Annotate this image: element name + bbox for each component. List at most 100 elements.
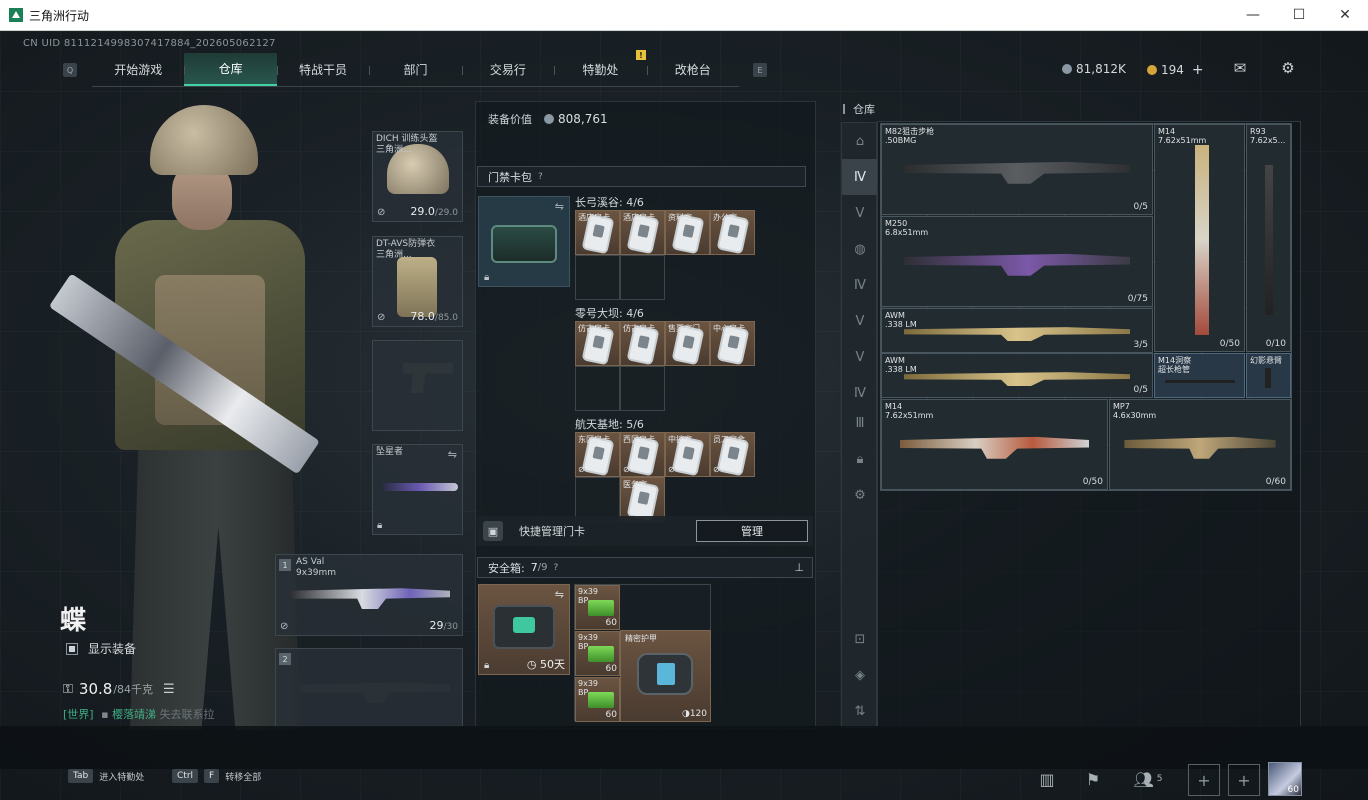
armor-plate-item[interactable]: 精密护甲 ◑120: [620, 630, 711, 722]
keycard[interactable]: 员工宿舍 ⊘: [710, 432, 755, 477]
category-backpack-icon[interactable]: Ⅳ: [842, 267, 878, 303]
sort-icon[interactable]: ⇅: [842, 693, 878, 729]
ammo-item[interactable]: 9x39 BP 60: [575, 585, 620, 630]
empty-card-slot[interactable]: [575, 366, 620, 411]
ammo-item[interactable]: 9x39 BP 60: [575, 677, 620, 722]
chat-text: 失去联系拉: [159, 708, 215, 721]
show-gear-checkbox[interactable]: [66, 642, 78, 655]
armor-slot[interactable]: DT-AVS防弹衣 三角洲... ⊘ 78.0/85.0: [372, 236, 463, 327]
armor-plate-count: ◑120: [681, 709, 707, 719]
layers-icon[interactable]: ◈: [842, 657, 878, 693]
swap-icon[interactable]: ⇋: [448, 448, 457, 461]
show-gear-toggle[interactable]: 显示装备: [66, 640, 136, 657]
tab-special-service[interactable]: 特勤处: [554, 53, 646, 86]
keycard[interactable]: 仿古房卡: [575, 321, 620, 366]
keycard[interactable]: 售票室门: [665, 321, 710, 366]
nav-prev-key[interactable]: Q: [63, 63, 77, 77]
empty-card-slot[interactable]: [620, 366, 665, 411]
warehouse-weapon[interactable]: R93 7.62x5... 0/10: [1246, 124, 1291, 352]
equipment-value: 装备价值 808,761: [488, 111, 608, 127]
empty-card-slot[interactable]: [575, 255, 620, 300]
category-settings-icon[interactable]: ⚙: [842, 477, 878, 513]
warehouse-weapon[interactable]: AWM .338 LM 3/5: [881, 308, 1153, 353]
empty-card-slot[interactable]: [620, 255, 665, 300]
chat-line[interactable]: [世界] ▪ 樱落靖涕 失去联系拉: [63, 706, 215, 722]
invite-slot-2[interactable]: +: [1228, 764, 1260, 796]
category-all-icon[interactable]: ⌂: [842, 123, 878, 159]
tab-gunsmith[interactable]: 改枪台: [646, 53, 739, 86]
hint-enter-special-service[interactable]: Tab 进入特勤处: [68, 769, 144, 783]
currency-premium[interactable]: 194 +: [1147, 62, 1204, 78]
keycard[interactable]: 资料室: [665, 210, 710, 255]
category-gear-icon[interactable]: Ⅴ: [842, 195, 878, 231]
keycard[interactable]: 东区房卡 ⊘: [575, 432, 620, 477]
helmet-slot[interactable]: DICH 训练头盔 三角洲... ⊘ 29.0/29.0: [372, 131, 463, 222]
flag-icon[interactable]: ⚑: [1077, 764, 1109, 794]
ammo-item[interactable]: 9x39 BP 60: [575, 631, 620, 676]
category-misc-icon[interactable]: Ⅲ: [842, 405, 878, 441]
list-icon[interactable]: ☰: [163, 682, 175, 697]
mail-icon[interactable]: ✉: [1231, 59, 1249, 77]
add-currency-button[interactable]: +: [1192, 62, 1204, 78]
keybag-header: 门禁卡包 ?: [477, 166, 806, 187]
friends-button[interactable]: 👥︎ 5: [1128, 764, 1168, 794]
lock-icon: 🔒︎: [377, 520, 383, 531]
nav-next-key[interactable]: E: [753, 63, 767, 77]
warehouse-attachment[interactable]: M14洞察 超长枪管: [1154, 353, 1245, 398]
pistol-placeholder-icon: [403, 363, 453, 393]
player-level: 60: [1287, 785, 1299, 795]
secondary-weapon-slot[interactable]: 2: [275, 648, 463, 727]
stats-icon[interactable]: ▥: [1031, 764, 1063, 794]
warehouse-attachment[interactable]: 幻影悬臂: [1246, 353, 1291, 398]
tab-operators[interactable]: 特战干员: [276, 53, 369, 86]
invite-slot-1[interactable]: +: [1188, 764, 1220, 796]
keycard[interactable]: 中心房卡: [710, 321, 755, 366]
help-icon[interactable]: ?: [538, 172, 543, 182]
zone-cards-dam: 仿古房卡 仿古房卡 售票室门 中心房卡: [575, 321, 755, 411]
hint-transfer-all[interactable]: Ctrl F 转移全部: [172, 769, 261, 783]
keycard[interactable]: 西区房卡 ⊘: [620, 432, 665, 477]
armor-name: DT-AVS防弹衣 三角洲...: [376, 239, 436, 260]
maximize-button[interactable]: ☐: [1276, 0, 1322, 30]
gear-icon[interactable]: ⚙: [1279, 59, 1297, 77]
keycard[interactable]: 中控室 ⊘: [665, 432, 710, 477]
category-armor-icon[interactable]: ◍: [842, 231, 878, 267]
pistol-slot[interactable]: [372, 340, 463, 431]
warehouse-weapon[interactable]: M82狙击步枪 .50BMG 0/5: [881, 124, 1153, 215]
save-icon[interactable]: ⊡: [842, 621, 878, 657]
keycard[interactable]: 办公室: [710, 210, 755, 255]
primary-weapon-slot[interactable]: 1 AS Val 9x39mm ⊘ 29/30: [275, 554, 463, 636]
keycard[interactable]: 仿古房卡: [620, 321, 665, 366]
keycard[interactable]: 酒店房卡: [620, 210, 665, 255]
safe-box-item[interactable]: ⇋ 🔒︎ ◷ 50天: [478, 584, 570, 675]
window-title-bar: 三角洲行动 — ☐ ✕: [0, 0, 1368, 31]
warehouse-weapon[interactable]: M250 6.8x51mm 0/75: [881, 216, 1153, 307]
tab-market[interactable]: 交易行: [461, 53, 554, 86]
tab-warehouse[interactable]: 仓库: [184, 53, 277, 86]
warehouse-weapon[interactable]: M14 7.62x51mm 0/50: [881, 399, 1108, 490]
player-avatar[interactable]: 60: [1268, 762, 1302, 796]
keycard[interactable]: 酒店房卡: [575, 210, 620, 255]
category-medical-icon[interactable]: Ⅴ: [842, 339, 878, 375]
lock-icon: 🔒︎: [484, 272, 490, 283]
warehouse-weapon[interactable]: MP7 4.6x30mm 0/60: [1109, 399, 1291, 490]
warehouse-sidebar: ⌂ Ⅳ Ⅴ ◍ Ⅳ Ⅴ Ⅴ Ⅳ Ⅲ 🔒︎ ⚙ ⊡ ◈ ⇅: [841, 122, 878, 729]
close-button[interactable]: ✕: [1322, 0, 1368, 30]
pin-icon[interactable]: ⊥: [794, 561, 804, 574]
warehouse-weapon[interactable]: M14 7.62x51mm 0/50: [1154, 124, 1245, 352]
melee-slot[interactable]: 坠星者 ⇋ 🔒︎: [372, 444, 463, 535]
help-icon[interactable]: ?: [553, 563, 558, 573]
warehouse-weapon[interactable]: AWM .338 LM 0/5: [881, 353, 1153, 398]
category-weapons-icon[interactable]: Ⅳ: [842, 159, 878, 195]
keycard-bag-item[interactable]: ⇋ 🔒︎: [478, 196, 570, 287]
currency-coins-value: 81,812K: [1076, 62, 1126, 76]
tab-start-game[interactable]: 开始游戏: [92, 53, 184, 86]
category-ammo-icon[interactable]: Ⅴ: [842, 303, 878, 339]
manage-button[interactable]: 管理: [696, 520, 808, 542]
swap-icon[interactable]: ⇋: [555, 200, 564, 213]
minimize-button[interactable]: —: [1230, 0, 1276, 30]
category-locked-icon[interactable]: 🔒︎: [842, 441, 878, 477]
swap-icon[interactable]: ⇋: [555, 588, 564, 601]
tab-department[interactable]: 部门: [369, 53, 461, 86]
safe-box-label: 安全箱:: [488, 561, 525, 575]
